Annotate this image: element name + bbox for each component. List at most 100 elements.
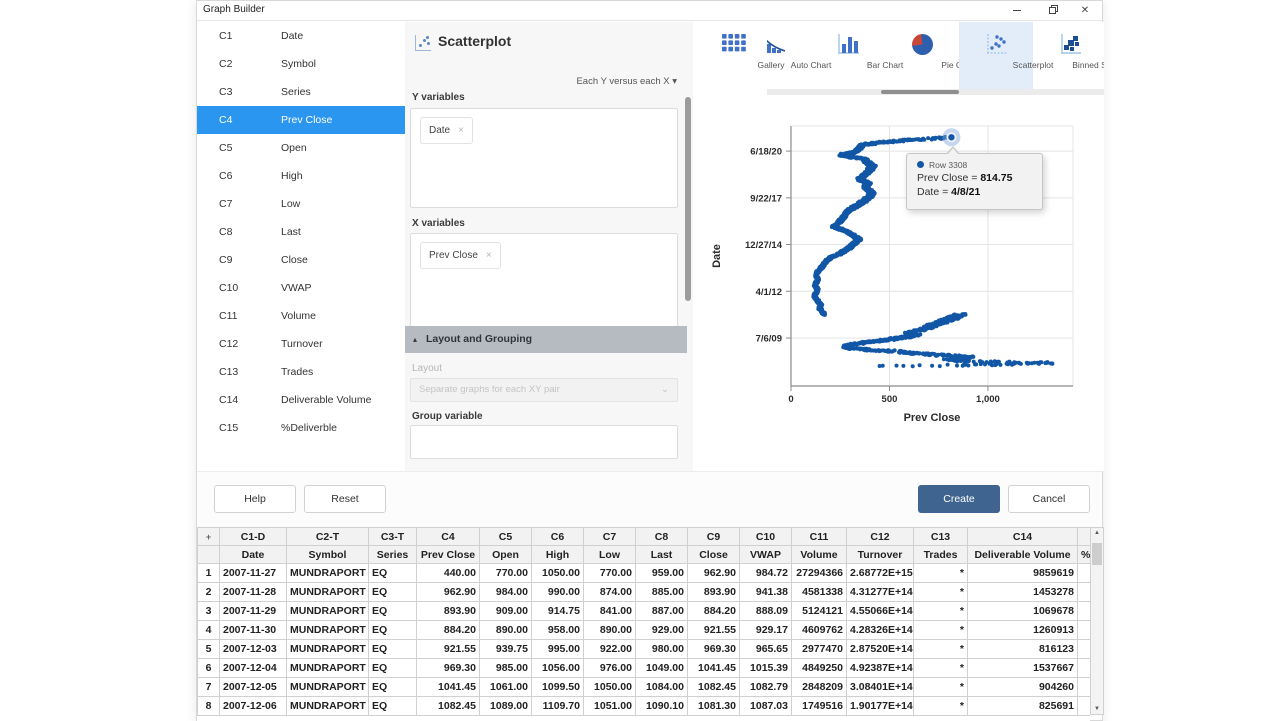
grid-cell[interactable]: 969.30 (417, 659, 480, 678)
grid-cell[interactable] (1078, 659, 1091, 678)
grid-cell[interactable]: * (914, 697, 968, 716)
scroll-up-icon[interactable]: ▲ (1091, 530, 1103, 536)
scroll-down-icon[interactable]: ▼ (1091, 706, 1103, 712)
column-row-c10[interactable]: C10VWAP (197, 274, 405, 302)
restore-icon[interactable] (1037, 1, 1067, 21)
column-header-name[interactable]: Symbol (287, 546, 369, 564)
grid-cell[interactable] (1078, 697, 1091, 716)
gallery-tab-pie-chart[interactable]: Pie Chart (885, 22, 959, 89)
grid-cell[interactable]: 2007-12-04 (220, 659, 287, 678)
grid-cell[interactable]: 1056.00 (532, 659, 584, 678)
mode-dropdown[interactable]: Each Y versus each X ▾ (576, 76, 677, 87)
grid-cell[interactable]: 995.00 (532, 640, 584, 659)
reset-button[interactable]: Reset (304, 485, 386, 513)
grid-cell[interactable]: 939.75 (480, 640, 532, 659)
grid-cell[interactable]: 921.55 (417, 640, 480, 659)
column-header-id[interactable]: C11 (792, 528, 847, 546)
row-number[interactable]: 8 (198, 697, 220, 716)
grid-cell[interactable]: 980.00 (636, 640, 688, 659)
column-header-name[interactable]: %Deliverble (1078, 546, 1091, 564)
grid-cell[interactable]: 1050.00 (532, 564, 584, 583)
minimize-icon[interactable] (1002, 1, 1032, 21)
grid-cell[interactable]: * (914, 621, 968, 640)
grid-cell[interactable]: 1537667 (968, 659, 1078, 678)
grid-cell[interactable]: 1090.10 (636, 697, 688, 716)
row-number[interactable]: 5 (198, 640, 220, 659)
grid-cell[interactable]: 1453278 (968, 583, 1078, 602)
grid-cell[interactable]: 884.20 (417, 621, 480, 640)
grid-cell[interactable]: 2.68772E+15 (847, 564, 914, 583)
close-icon[interactable]: ✕ (1070, 1, 1100, 21)
grid-cell[interactable]: 770.00 (480, 564, 532, 583)
grid-cell[interactable]: 890.00 (480, 621, 532, 640)
grid-cell[interactable]: 984.00 (480, 583, 532, 602)
grid-cell[interactable]: 1049.00 (636, 659, 688, 678)
column-header-name[interactable]: Date (220, 546, 287, 564)
column-row-c6[interactable]: C6High (197, 162, 405, 190)
grid-cell[interactable]: 2977470 (792, 640, 847, 659)
column-header-id[interactable]: C6 (532, 528, 584, 546)
grid-cell[interactable]: 440.00 (417, 564, 480, 583)
grid-cell[interactable]: 914.75 (532, 602, 584, 621)
x-variable-chip[interactable]: Prev Close× (420, 242, 501, 269)
y-variable-chip[interactable]: Date× (420, 117, 473, 144)
grid-cell[interactable]: 984.72 (740, 564, 792, 583)
grid-cell[interactable]: MUNDRAPORT (287, 697, 369, 716)
grid-cell[interactable]: 1069678 (968, 602, 1078, 621)
column-header-name[interactable]: Turnover (847, 546, 914, 564)
grid-cell[interactable]: EQ (369, 621, 417, 640)
grid-cell[interactable]: 4.92387E+14 (847, 659, 914, 678)
row-number[interactable]: 4 (198, 621, 220, 640)
grid-cell[interactable]: 1749516 (792, 697, 847, 716)
grid-cell[interactable]: EQ (369, 583, 417, 602)
create-button[interactable]: Create (918, 485, 1000, 513)
column-row-c8[interactable]: C8Last (197, 218, 405, 246)
grid-cell[interactable]: 888.09 (740, 602, 792, 621)
column-header-id[interactable]: C4 (417, 528, 480, 546)
grid-cell[interactable]: 1260913 (968, 621, 1078, 640)
grid-cell[interactable]: 893.90 (417, 602, 480, 621)
gallery-tab-gallery[interactable]: Gallery (697, 22, 771, 89)
grid-cell[interactable]: 3.08401E+14 (847, 678, 914, 697)
grid-cell[interactable]: 887.00 (636, 602, 688, 621)
grid-cell[interactable]: MUNDRAPORT (287, 659, 369, 678)
grid-cell[interactable] (1078, 678, 1091, 697)
grid-cell[interactable]: * (914, 659, 968, 678)
layout-grouping-header[interactable]: ▴ Layout and Grouping (405, 326, 687, 353)
grid-cell[interactable]: 1.90177E+14 (847, 697, 914, 716)
gallery-tab-scatterplot[interactable]: Scatterplot (959, 22, 1033, 89)
grid-cell[interactable]: EQ (369, 678, 417, 697)
grid-cell[interactable]: 2848209 (792, 678, 847, 697)
column-row-c4[interactable]: C4Prev Close (197, 106, 405, 134)
column-header-name[interactable]: Trades (914, 546, 968, 564)
grid-cell[interactable]: 1082.45 (688, 678, 740, 697)
gallery-tab-auto-chart[interactable]: Auto Chart (767, 22, 811, 89)
grid-cell[interactable]: 990.00 (532, 583, 584, 602)
remove-icon[interactable]: × (458, 125, 464, 136)
column-header-name[interactable]: Low (584, 546, 636, 564)
grid-cell[interactable] (1078, 602, 1091, 621)
column-header-id[interactable]: C10 (740, 528, 792, 546)
grid-cell[interactable]: 1109.70 (532, 697, 584, 716)
column-row-c14[interactable]: C14Deliverable Volume (197, 386, 405, 414)
gallery-tab-bar-chart[interactable]: Bar Chart (811, 22, 885, 89)
grid-cell[interactable]: 1051.00 (584, 697, 636, 716)
column-row-c13[interactable]: C13Trades (197, 358, 405, 386)
scatter-chart[interactable]: 6/18/209/22/1712/27/144/1/127/6/0905001,… (693, 95, 1104, 440)
grid-cell[interactable]: 959.00 (636, 564, 688, 583)
column-header-id[interactable]: C7 (584, 528, 636, 546)
grid-cell[interactable]: * (914, 564, 968, 583)
row-number[interactable]: 6 (198, 659, 220, 678)
grid-cell[interactable]: 5124121 (792, 602, 847, 621)
column-header-name[interactable]: Deliverable Volume (968, 546, 1078, 564)
help-button[interactable]: Help (214, 485, 296, 513)
grid-cell[interactable]: 825691 (968, 697, 1078, 716)
grid-cell[interactable]: 885.00 (636, 583, 688, 602)
panel-scrollbar-thumb[interactable] (685, 97, 691, 301)
grid-cell[interactable]: MUNDRAPORT (287, 678, 369, 697)
grid-cell[interactable]: * (914, 583, 968, 602)
grid-cell[interactable]: EQ (369, 602, 417, 621)
grid-cell[interactable]: MUNDRAPORT (287, 621, 369, 640)
grid-cell[interactable]: 1081.30 (688, 697, 740, 716)
grid-cell[interactable]: 841.00 (584, 602, 636, 621)
